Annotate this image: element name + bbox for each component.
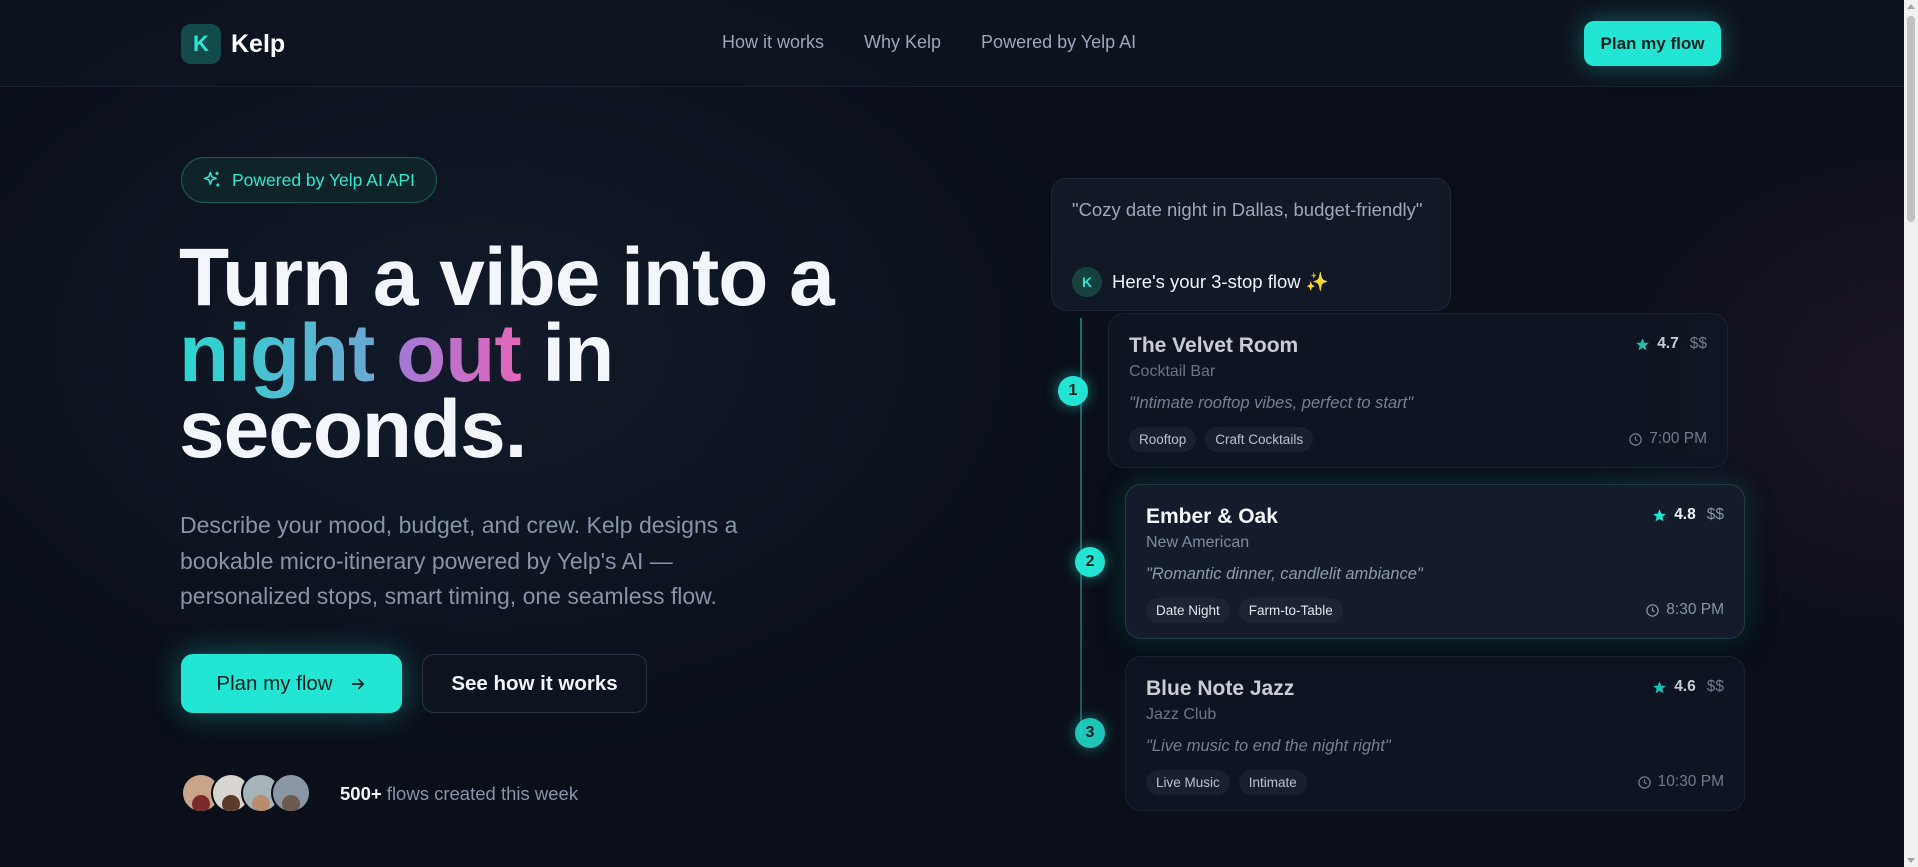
tag: Live Music bbox=[1146, 770, 1230, 795]
tag: Intimate bbox=[1238, 770, 1307, 795]
nav-links: How it works Why Kelp Powered by Yelp AI bbox=[722, 32, 1136, 53]
see-how-it-works-button[interactable]: See how it works bbox=[422, 654, 647, 713]
scrollbar-thumb[interactable] bbox=[1907, 16, 1915, 222]
social-proof: 500+ flows created this week bbox=[340, 783, 578, 805]
tag: Rooftop bbox=[1129, 427, 1197, 452]
stop-time: 8:30 PM bbox=[1645, 601, 1724, 619]
price-level: $$ bbox=[1706, 506, 1724, 523]
logo-mark: K bbox=[181, 24, 221, 64]
rating-value: 4.6 bbox=[1674, 678, 1696, 695]
nav-plan-button[interactable]: Plan my flow bbox=[1584, 21, 1721, 66]
tag: Craft Cocktails bbox=[1205, 427, 1314, 452]
rating-value: 4.7 bbox=[1657, 335, 1679, 352]
step-badge: 1 bbox=[1058, 376, 1088, 406]
social-count: 500+ bbox=[340, 783, 382, 804]
step-badge: 3 bbox=[1075, 718, 1105, 748]
hero-title-in: in bbox=[520, 308, 614, 399]
star-icon bbox=[1636, 337, 1649, 350]
stop-card-1[interactable]: The Velvet Room Cocktail Bar "Intimate r… bbox=[1108, 313, 1728, 468]
assistant-reply: K Here's your 3-stop flow ✨ bbox=[1072, 267, 1329, 297]
avatar-group bbox=[181, 773, 311, 813]
stop-quote: "Romantic dinner, candlelit ambiance" bbox=[1146, 565, 1423, 583]
prompt-card: "Cozy date night in Dallas, budget-frien… bbox=[1051, 178, 1451, 311]
powered-by-badge: Powered by Yelp AI API bbox=[181, 157, 437, 203]
avatar bbox=[271, 773, 311, 813]
stop-name: Blue Note Jazz bbox=[1146, 677, 1295, 700]
logo-text: Kelp bbox=[231, 29, 286, 58]
stop-time: 7:00 PM bbox=[1628, 430, 1707, 448]
stop-rating: 4.6 $$ bbox=[1652, 678, 1724, 696]
price-level: $$ bbox=[1706, 678, 1724, 695]
hero-title-line3: seconds. bbox=[179, 384, 527, 475]
nav-link-powered-by[interactable]: Powered by Yelp AI bbox=[981, 32, 1136, 53]
hero-subtitle: Describe your mood, budget, and crew. Ke… bbox=[180, 512, 738, 609]
reply-text: Here's your 3-stop flow ✨ bbox=[1112, 271, 1329, 292]
sparkles-icon bbox=[203, 171, 220, 187]
scroll-up-arrow-icon[interactable] bbox=[1907, 4, 1915, 9]
clock-icon bbox=[1637, 775, 1651, 789]
logo[interactable]: K Kelp bbox=[181, 24, 285, 64]
stop-card-2[interactable]: Ember & Oak New American "Romantic dinne… bbox=[1125, 484, 1745, 639]
top-nav: K Kelp How it works Why Kelp Powered by … bbox=[0, 0, 1904, 87]
stop-quote: "Intimate rooftop vibes, perfect to star… bbox=[1129, 394, 1414, 412]
nav-link-how-it-works[interactable]: How it works bbox=[722, 32, 824, 53]
star-icon bbox=[1653, 508, 1666, 521]
clock-icon bbox=[1629, 432, 1643, 446]
stop-tags: Live Music Intimate bbox=[1146, 770, 1307, 795]
stop-name: The Velvet Room bbox=[1129, 334, 1299, 357]
stop-card-3[interactable]: Blue Note Jazz Jazz Club "Live music to … bbox=[1125, 656, 1745, 811]
stop-name: Ember & Oak bbox=[1146, 505, 1278, 528]
star-icon bbox=[1653, 680, 1666, 693]
stop-time: 10:30 PM bbox=[1637, 773, 1724, 791]
badge-label: Powered by Yelp AI API bbox=[232, 169, 415, 190]
stop-rating: 4.7 $$ bbox=[1635, 335, 1707, 353]
rating-value: 4.8 bbox=[1674, 506, 1696, 523]
hero-title: Turn a vibe into a night out in seconds. bbox=[179, 237, 879, 471]
tag: Farm-to-Table bbox=[1238, 598, 1343, 623]
scroll-down-arrow-icon[interactable] bbox=[1907, 858, 1915, 863]
plan-my-flow-label: Plan my flow bbox=[216, 671, 333, 695]
stop-tags: Rooftop Craft Cocktails bbox=[1129, 427, 1314, 452]
page-scrollbar[interactable] bbox=[1904, 0, 1918, 867]
assistant-avatar: K bbox=[1072, 267, 1102, 297]
plan-my-flow-button[interactable]: Plan my flow bbox=[181, 654, 402, 713]
clock-icon bbox=[1646, 603, 1660, 617]
social-text: flows created this week bbox=[381, 783, 579, 804]
time-label: 10:30 PM bbox=[1657, 773, 1724, 790]
arrow-right-icon bbox=[351, 678, 364, 689]
tag: Date Night bbox=[1146, 598, 1230, 623]
time-label: 8:30 PM bbox=[1666, 601, 1724, 618]
step-badge: 2 bbox=[1075, 547, 1105, 577]
time-label: 7:00 PM bbox=[1649, 430, 1707, 447]
prompt-text: "Cozy date night in Dallas, budget-frien… bbox=[1072, 199, 1423, 220]
stop-tags: Date Night Farm-to-Table bbox=[1146, 598, 1343, 623]
stop-category: Jazz Club bbox=[1146, 706, 1217, 723]
nav-link-why-kelp[interactable]: Why Kelp bbox=[864, 32, 941, 53]
price-level: $$ bbox=[1689, 335, 1707, 352]
stop-quote: "Live music to end the night right" bbox=[1146, 737, 1391, 755]
stop-rating: 4.8 $$ bbox=[1652, 506, 1724, 524]
stop-category: New American bbox=[1146, 534, 1250, 551]
stop-category: Cocktail Bar bbox=[1129, 363, 1216, 380]
